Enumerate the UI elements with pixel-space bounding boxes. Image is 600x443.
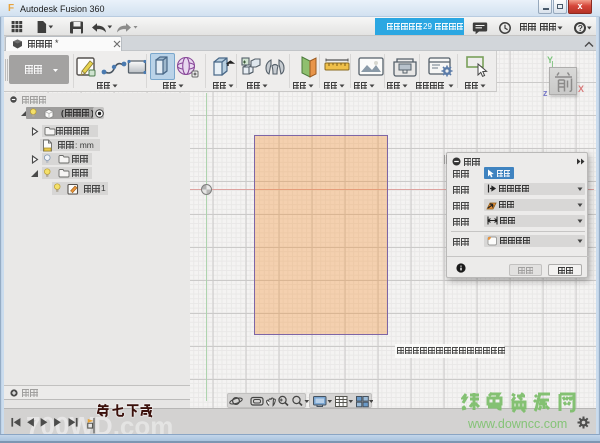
svg-text:?: ? xyxy=(578,23,583,33)
